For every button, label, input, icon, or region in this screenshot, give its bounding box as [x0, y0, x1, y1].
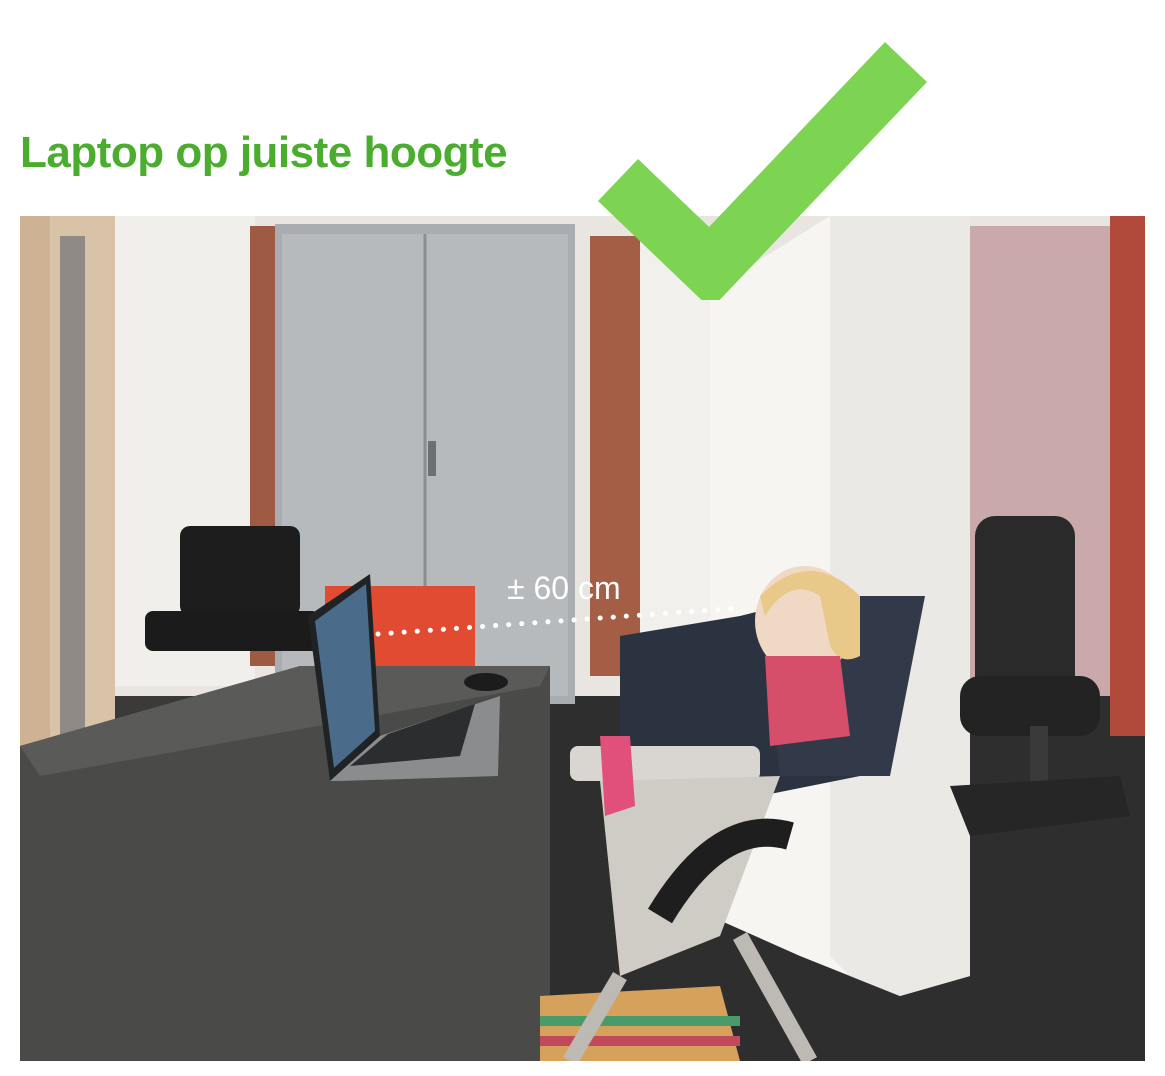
checkmark-icon	[597, 42, 928, 300]
page-title: Laptop op juiste hoogte	[20, 128, 508, 177]
distance-label: ± 60 cm	[507, 570, 621, 606]
photo	[20, 216, 1145, 1061]
distance-line	[375, 605, 743, 637]
